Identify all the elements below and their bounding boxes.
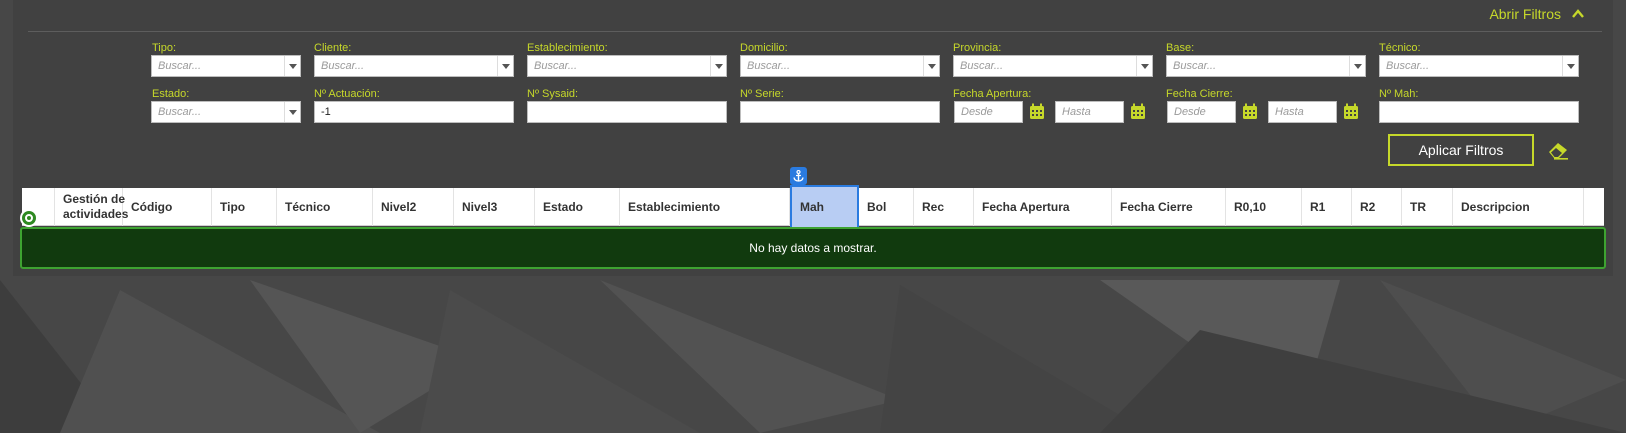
dropdown-arrow-icon	[284, 56, 300, 76]
cliente-label: Cliente:	[314, 42, 352, 54]
column-header-mah[interactable]: Mah	[790, 185, 859, 229]
open-filters-toggle[interactable]: Abrir Filtros	[1489, 4, 1585, 24]
column-header-rec[interactable]: Rec	[914, 188, 974, 226]
chevron-up-icon	[1572, 9, 1584, 18]
dropdown-arrow-icon	[1562, 56, 1578, 76]
n-actuacion-input[interactable]: -1	[314, 101, 514, 123]
dropdown-arrow-icon	[497, 56, 513, 76]
column-header-r2[interactable]: R2	[1352, 188, 1402, 226]
column-header-descripcion[interactable]: Descripcion	[1453, 188, 1584, 226]
apply-filters-button[interactable]: Aplicar Filtros	[1388, 134, 1534, 166]
calendar-icon[interactable]	[1130, 103, 1146, 120]
dropdown-arrow-icon	[1349, 56, 1365, 76]
calendar-icon[interactable]	[1029, 103, 1045, 120]
column-header-fecha-cierre[interactable]: Fecha Cierre	[1112, 188, 1226, 226]
domicilio-select[interactable]: Buscar...	[740, 55, 940, 77]
column-header-r010[interactable]: R0,10	[1226, 188, 1302, 226]
domicilio-label: Domicilio:	[740, 42, 788, 54]
dropdown-arrow-icon	[923, 56, 939, 76]
target-icon[interactable]	[20, 209, 38, 227]
base-label: Base:	[1166, 42, 1195, 54]
fecha-cierre-desde-input[interactable]: Desde	[1167, 101, 1236, 123]
fecha-apertura-hasta-input[interactable]: Hasta	[1055, 101, 1124, 123]
column-header-tecnico[interactable]: Técnico	[277, 188, 373, 226]
n-serie-input[interactable]	[740, 101, 940, 123]
fecha-cierre-hasta-input[interactable]: Hasta	[1268, 101, 1337, 123]
fecha-apertura-desde-input[interactable]: Desde	[954, 101, 1023, 123]
dropdown-arrow-icon	[1136, 56, 1152, 76]
eraser-icon[interactable]	[1546, 140, 1570, 160]
column-header-r1[interactable]: R1	[1302, 188, 1352, 226]
base-select[interactable]: Buscar...	[1166, 55, 1366, 77]
column-header-tipo[interactable]: Tipo	[212, 188, 277, 226]
tipo-label: Tipo:	[152, 42, 177, 54]
column-header-nivel2[interactable]: Nivel2	[373, 188, 454, 226]
open-filters-label: Abrir Filtros	[1489, 6, 1561, 22]
dropdown-arrow-icon	[284, 102, 300, 122]
column-header-tr[interactable]: TR	[1402, 188, 1453, 226]
column-header-codigo[interactable]: Código	[123, 188, 212, 226]
tecnico-select[interactable]: Buscar...	[1379, 55, 1579, 77]
n-mah-label: Nº Mah:	[1379, 88, 1419, 100]
anchor-icon[interactable]	[790, 167, 807, 185]
establecimiento-label: Establecimiento:	[527, 42, 608, 54]
column-header-establecimiento[interactable]: Establecimiento	[620, 188, 790, 226]
n-serie-label: Nº Serie:	[740, 88, 784, 100]
provincia-label: Provincia:	[953, 42, 1002, 54]
column-header-bol[interactable]: Bol	[859, 188, 914, 226]
column-header-fecha-apertura[interactable]: Fecha Apertura	[974, 188, 1112, 226]
n-sysaid-input[interactable]	[527, 101, 727, 123]
panel-divider	[28, 31, 1602, 32]
cliente-select[interactable]: Buscar...	[314, 55, 514, 77]
empty-table-message: No hay datos a mostrar.	[20, 227, 1606, 269]
n-mah-input[interactable]	[1379, 101, 1579, 123]
table-header: Gestión de actividades Código Tipo Técni…	[22, 185, 1604, 229]
tecnico-label: Técnico:	[1379, 42, 1421, 54]
fecha-cierre-label: Fecha Cierre:	[1166, 88, 1233, 100]
fecha-apertura-label: Fecha Apertura:	[953, 88, 1032, 100]
column-header-gestion[interactable]: Gestión de actividades	[55, 188, 128, 226]
column-header-nivel3[interactable]: Nivel3	[454, 188, 535, 226]
calendar-icon[interactable]	[1343, 103, 1359, 120]
calendar-icon[interactable]	[1242, 103, 1258, 120]
estado-label: Estado:	[152, 88, 190, 100]
estado-select[interactable]: Buscar...	[151, 101, 301, 123]
column-header-estado[interactable]: Estado	[535, 188, 620, 226]
provincia-select[interactable]: Buscar...	[953, 55, 1153, 77]
tipo-select[interactable]: Buscar...	[151, 55, 301, 77]
n-sysaid-label: Nº Sysaid:	[527, 88, 579, 100]
dropdown-arrow-icon	[710, 56, 726, 76]
n-actuacion-label: Nº Actuación:	[314, 88, 380, 100]
establecimiento-select[interactable]: Buscar...	[527, 55, 727, 77]
